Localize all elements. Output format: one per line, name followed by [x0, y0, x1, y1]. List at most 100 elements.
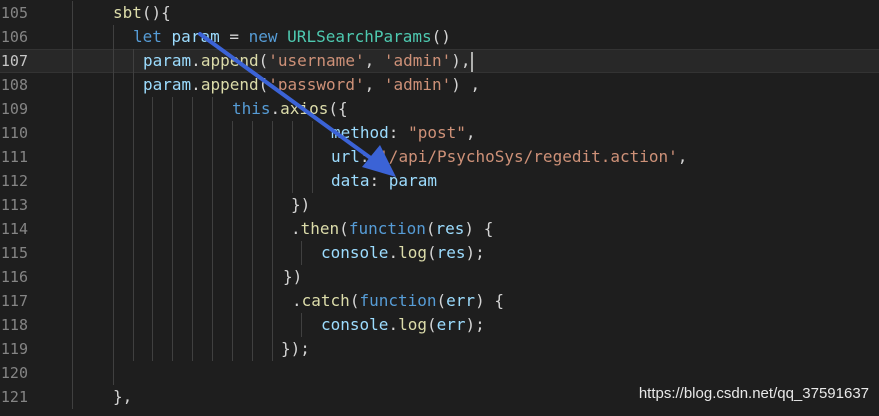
indent-guide [192, 337, 193, 361]
indent-guide [72, 313, 73, 337]
code-line[interactable]: 119}); [0, 337, 879, 361]
indent-guide [133, 313, 134, 337]
code-text: data: param [331, 169, 437, 193]
indent-guide [133, 97, 134, 121]
code-token: . [292, 291, 302, 310]
indent-guide [72, 265, 73, 289]
indent-guide [133, 193, 134, 217]
indent-guide [133, 49, 134, 73]
code-token: , [465, 123, 476, 142]
indent-guide [292, 121, 293, 145]
code-text: }) [291, 193, 310, 217]
code-line[interactable]: 118 console.log(err); [0, 313, 879, 337]
indent-guide [72, 49, 73, 73]
indent-guide [192, 97, 193, 121]
code-token: ( [425, 219, 436, 238]
indent-guide [192, 217, 193, 241]
code-token: ), [451, 51, 471, 70]
code-text: console.log(res); [321, 241, 485, 265]
code-line[interactable]: 120 [0, 361, 879, 385]
code-token: = [219, 27, 249, 46]
line-number: 108 [0, 76, 28, 94]
code-text: this.axios({ [232, 97, 348, 121]
code-token: this [232, 99, 271, 118]
code-token: ({ [328, 99, 348, 118]
indent-guide [133, 73, 134, 97]
indent-guide [212, 145, 213, 169]
indent-guide [272, 337, 273, 361]
code-line[interactable]: 106 let param = new URLSearchParams() [0, 25, 879, 49]
indent-guide [152, 145, 153, 169]
indent-guide [113, 25, 114, 49]
line-number: 118 [0, 316, 28, 334]
code-text: url: '/api/PsychoSys/regedit.action', [331, 145, 687, 169]
indent-guide [133, 169, 134, 193]
code-token: data [331, 171, 370, 190]
code-token: , [677, 147, 688, 166]
code-line[interactable]: 112 data: param [0, 169, 879, 193]
code-line[interactable]: 105 sbt(){ [0, 1, 879, 25]
line-number: 119 [0, 340, 28, 358]
line-number: 110 [0, 124, 28, 142]
indent-guide [232, 217, 233, 241]
code-token: 'admin' [383, 75, 452, 94]
indent-guide [232, 337, 233, 361]
code-token: ) , [451, 75, 481, 94]
code-token: ) { [464, 219, 494, 238]
code-line[interactable]: 115 console.log(res); [0, 241, 879, 265]
code-token: url [331, 147, 360, 166]
code-editor[interactable]: 105 sbt(){106 let param = new URLSearchPar… [0, 0, 879, 416]
code-text: param.append('username', 'admin'), [143, 49, 473, 73]
code-line[interactable]: 111 url: '/api/PsychoSys/regedit.action', [0, 145, 879, 169]
line-number: 113 [0, 196, 28, 214]
indent-guide [252, 241, 253, 265]
indent-guide [72, 25, 73, 49]
indent-guide [232, 241, 233, 265]
code-line[interactable]: 116}) [0, 265, 879, 289]
indent-guide [252, 217, 253, 241]
code-text: method: "post", [331, 121, 476, 145]
indent-guide [113, 241, 114, 265]
code-token: ( [436, 291, 447, 310]
code-token: . [291, 219, 301, 238]
indent-guide [72, 217, 73, 241]
code-token: 'username' [268, 51, 365, 70]
indent-guide [172, 241, 173, 265]
indent-guide [212, 193, 213, 217]
code-token: '/api/PsychoSys/regedit.action' [379, 147, 678, 166]
code-line[interactable]: 113}) [0, 193, 879, 217]
indent-guide [312, 169, 313, 193]
indent-guide [113, 121, 114, 145]
indent-guide [232, 121, 233, 145]
indent-guide [192, 193, 193, 217]
indent-guide [212, 169, 213, 193]
indent-guide [212, 121, 213, 145]
indent-guide [172, 145, 173, 169]
indent-guide [152, 241, 153, 265]
indent-guide [212, 313, 213, 337]
indent-guide [212, 217, 213, 241]
code-line[interactable]: 117 .catch(function(err) { [0, 289, 879, 313]
indent-guide [301, 241, 302, 265]
indent-guide [192, 169, 193, 193]
code-line[interactable]: 109 this.axios({ [0, 97, 879, 121]
indent-guide [272, 265, 273, 289]
indent-guide [72, 73, 73, 97]
indent-guide [252, 265, 253, 289]
code-token: param [143, 75, 192, 94]
code-token: }, [113, 387, 133, 406]
code-token: sbt [113, 3, 142, 22]
indent-guide [72, 361, 73, 385]
code-token: }); [281, 339, 310, 358]
code-line[interactable]: 114 .then(function(res) { [0, 217, 879, 241]
indent-guide [133, 337, 134, 361]
code-token: catch [301, 291, 350, 310]
code-line[interactable]: 108 param.append('password', 'admin') , [0, 73, 879, 97]
indent-guide [72, 385, 73, 409]
code-line[interactable]: 107 param.append('username', 'admin'), [0, 49, 879, 73]
indent-guide [113, 265, 114, 289]
line-number: 117 [0, 292, 28, 310]
code-line[interactable]: 110 method: "post", [0, 121, 879, 145]
indent-guide [133, 265, 134, 289]
indent-guide [72, 97, 73, 121]
